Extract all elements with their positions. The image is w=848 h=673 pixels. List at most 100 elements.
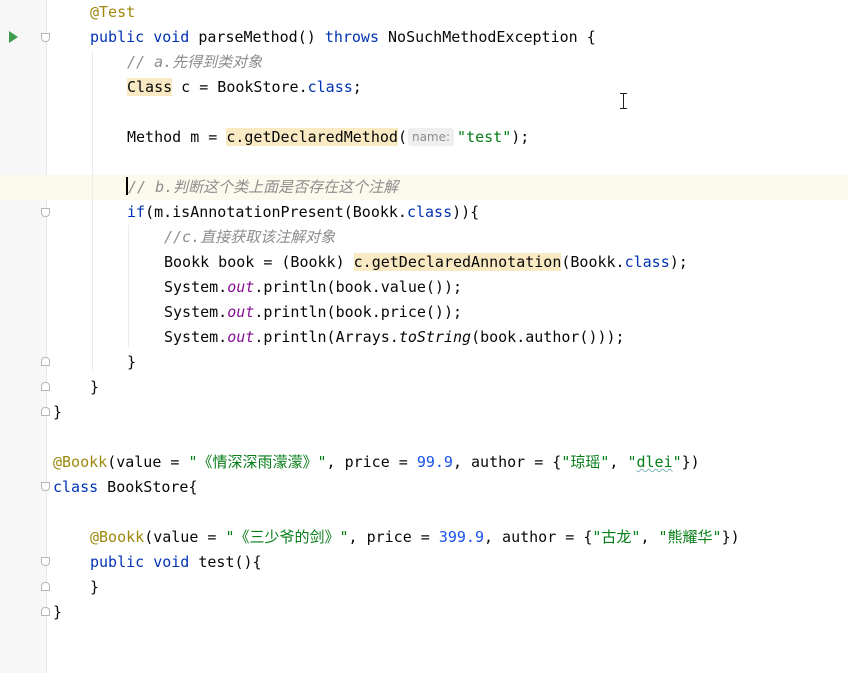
keyword-token: if — [127, 203, 146, 221]
static-field-token: out — [227, 278, 255, 296]
keyword-token: throws — [324, 28, 379, 46]
code-text: , — [640, 528, 659, 546]
code-line[interactable]: // a.先得到类对象 — [127, 50, 262, 75]
string-token: "熊耀华" — [658, 528, 722, 546]
keyword-token: class — [53, 478, 99, 496]
code-line[interactable]: public void test(){ — [90, 550, 262, 575]
code-line[interactable]: } — [127, 350, 136, 375]
code-text: ( — [397, 128, 407, 146]
code-line[interactable]: Method m = c.getDeclaredMethod(name: "tes… — [127, 125, 529, 150]
code-text: Method m = — [127, 128, 227, 146]
fold-marker-icon[interactable] — [41, 357, 50, 366]
code-line[interactable]: } — [53, 400, 62, 425]
indent-guide — [92, 50, 93, 372]
code-line[interactable]: Class c = BookStore.class; — [127, 75, 362, 100]
code-text: System. — [164, 303, 228, 321]
run-test-icon[interactable] — [9, 31, 18, 43]
keyword-token: class — [307, 78, 353, 96]
keyword-token: public — [90, 28, 145, 46]
code-text: , author = { — [484, 528, 593, 546]
string-token: "《三少爷的剑》" — [225, 528, 349, 546]
code-line[interactable]: } — [53, 600, 62, 625]
code-text: Bookk book = (Bookk) — [164, 253, 354, 271]
fold-marker-icon[interactable] — [41, 582, 50, 591]
fold-marker-icon[interactable] — [41, 407, 50, 416]
annotation-token: @Test — [90, 3, 136, 21]
string-token: "《情深深雨濛濛》" — [188, 453, 327, 471]
code-text: test(){ — [189, 553, 262, 571]
string-token: "test" — [457, 128, 512, 146]
highlighted-method-call: c.getDeclaredMethod — [226, 128, 398, 146]
code-line[interactable]: System.out.println(Arrays.toString(book.… — [164, 325, 625, 350]
fold-marker-icon[interactable] — [41, 557, 50, 566]
method-name: parseMethod() — [198, 28, 316, 46]
keyword-token: class — [624, 253, 670, 271]
string-token: " — [672, 453, 682, 471]
closing-brace: } — [53, 603, 63, 621]
comment-text: // a.先得到类对象 — [127, 53, 263, 71]
exception-name: NoSuchMethodException { — [388, 28, 596, 46]
fold-marker-icon[interactable] — [41, 33, 50, 42]
closing-brace: } — [53, 403, 63, 421]
code-line[interactable]: } — [90, 375, 99, 400]
code-text: .println(Arrays. — [254, 328, 399, 346]
closing-brace: } — [90, 378, 100, 396]
string-token: "古龙" — [592, 528, 641, 546]
keyword-token: void — [153, 553, 190, 571]
code-text: c = BookStore. — [172, 78, 308, 96]
code-line[interactable]: @Test — [90, 0, 135, 25]
code-text: ); — [669, 253, 688, 271]
code-text: (Bookk. — [561, 253, 625, 271]
fold-marker-icon[interactable] — [41, 208, 50, 217]
editor-gutter — [0, 0, 47, 673]
code-text: , price = — [348, 528, 439, 546]
comment-text: //c.直接获取该注解对象 — [164, 228, 336, 246]
keyword-token: void — [153, 28, 190, 46]
code-editor[interactable]: @Test public void parseMethod() throws N… — [0, 0, 848, 673]
fold-marker-icon[interactable] — [41, 382, 50, 391]
code-line[interactable]: @Bookk(value = "《情深深雨濛濛》", price = 99.9,… — [53, 450, 700, 475]
keyword-token: class — [406, 203, 453, 221]
code-text: BookStore{ — [98, 478, 198, 496]
code-line[interactable]: if(m.isAnnotationPresent(Bookk.class)){ — [127, 200, 479, 225]
code-line[interactable]: System.out.println(book.price()); — [164, 300, 462, 325]
code-line[interactable]: // b.判断这个类上面是否存在这个注解 — [126, 175, 398, 200]
code-text: }) — [721, 528, 740, 546]
code-text: , price = — [326, 453, 417, 471]
parameter-name-hint: name: — [407, 128, 455, 146]
code-text: ; — [352, 78, 362, 96]
annotation-token: @Bookk — [53, 453, 108, 471]
code-text: , — [609, 453, 628, 471]
code-text: System. — [164, 328, 228, 346]
code-text: .println(book.price()); — [254, 303, 463, 321]
code-text: (value = — [144, 528, 226, 546]
code-line[interactable]: Bookk book = (Bookk) c.getDeclaredAnnota… — [164, 250, 688, 275]
static-method-token: toString — [398, 328, 472, 346]
code-text: (book.author())); — [471, 328, 625, 346]
code-line[interactable]: @Bookk(value = "《三少爷的剑》", price = 399.9,… — [90, 525, 740, 550]
code-text: , author = { — [452, 453, 562, 471]
closing-brace: } — [90, 578, 100, 596]
indent-guide — [128, 225, 129, 347]
annotation-token: @Bookk — [90, 528, 145, 546]
code-text: (value = — [107, 453, 189, 471]
code-line[interactable]: public void parseMethod() throws NoSuchM… — [90, 25, 596, 50]
highlighted-class-token: Class — [127, 78, 173, 96]
code-text: )){ — [452, 203, 480, 221]
fold-marker-icon[interactable] — [41, 607, 50, 616]
static-field-token: out — [227, 328, 255, 346]
typo-underlined-word: dlei — [636, 453, 673, 471]
code-line[interactable]: System.out.println(book.value()); — [164, 275, 462, 300]
code-line[interactable]: class BookStore{ — [53, 475, 198, 500]
code-text: }) — [681, 453, 700, 471]
static-field-token: out — [227, 303, 255, 321]
code-line[interactable]: //c.直接获取该注解对象 — [164, 225, 335, 250]
code-text: System. — [164, 278, 228, 296]
comment-text: // b.判断这个类上面是否存在这个注解 — [128, 178, 399, 196]
keyword-token: public — [90, 553, 145, 571]
code-line[interactable]: } — [90, 575, 99, 600]
code-text: ); — [511, 128, 530, 146]
number-token: 99.9 — [416, 453, 453, 471]
string-token: " — [627, 453, 637, 471]
fold-marker-icon[interactable] — [41, 482, 50, 491]
